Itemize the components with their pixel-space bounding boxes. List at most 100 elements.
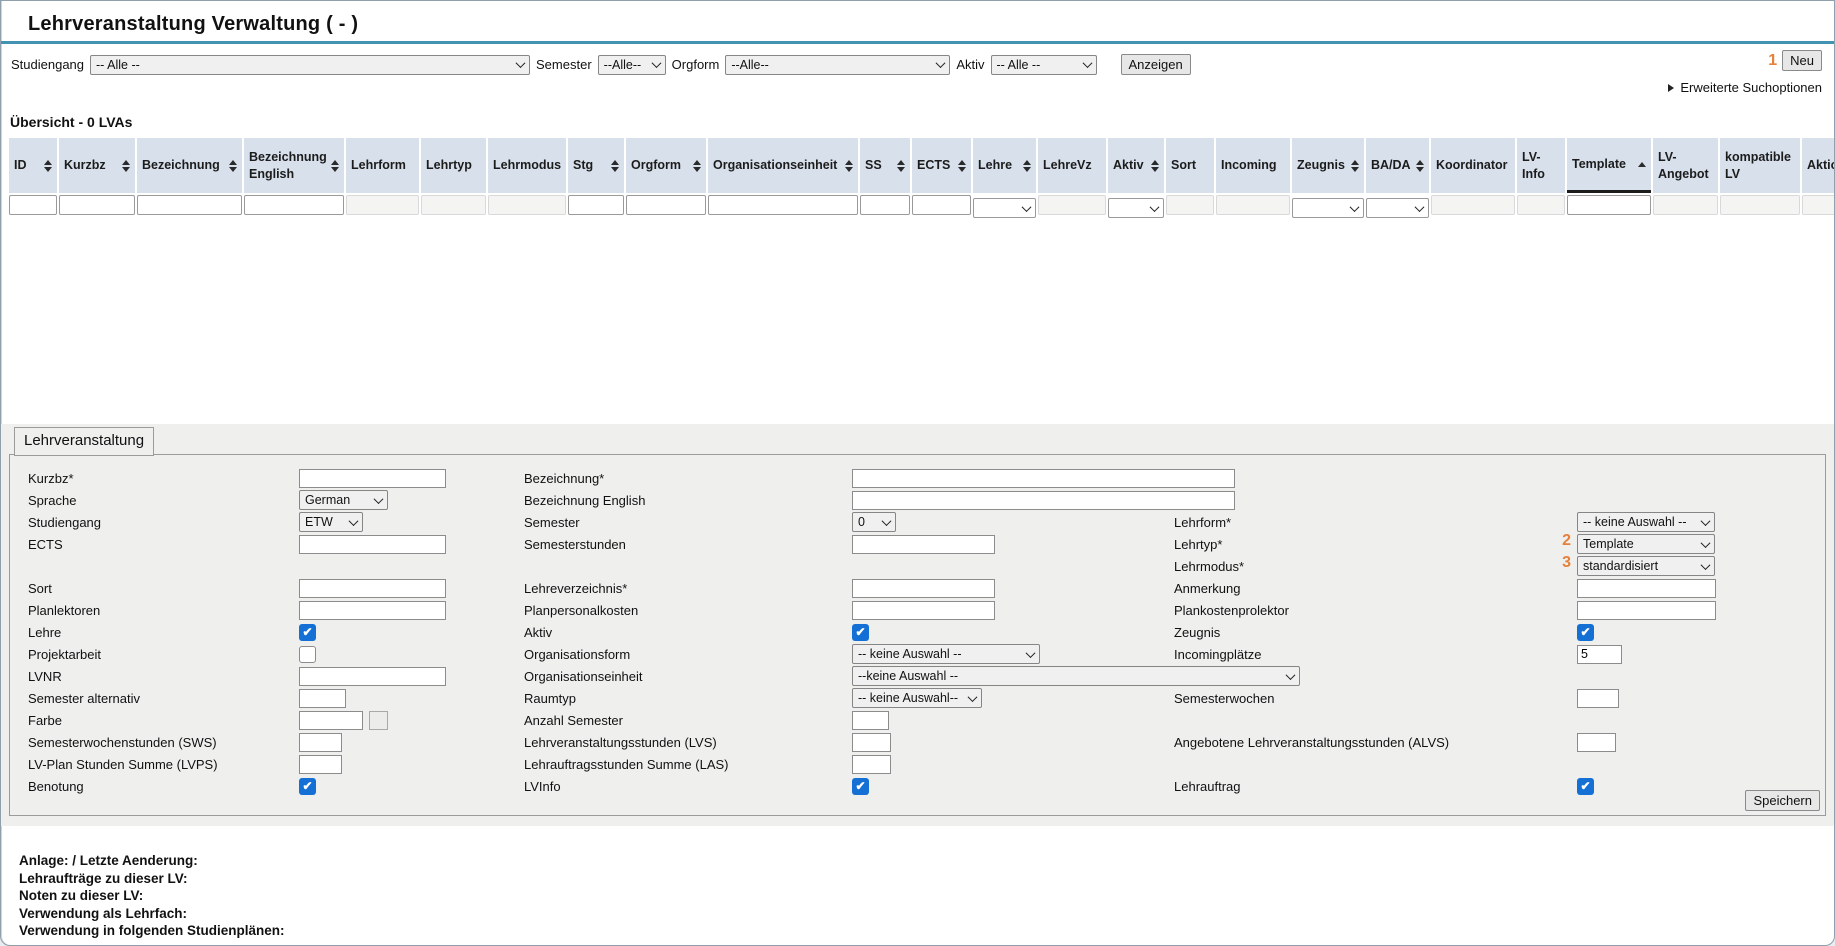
- column-label-id: ID: [14, 157, 40, 174]
- farbe-color-swatch[interactable]: [369, 711, 388, 730]
- bezeichnung-english-input[interactable]: [852, 491, 1235, 510]
- semesterstunden-input[interactable]: [852, 535, 995, 554]
- new-button[interactable]: Neu: [1782, 50, 1822, 71]
- lehrmodus-select[interactable]: standardisiert: [1577, 556, 1715, 576]
- advanced-search-link[interactable]: Erweiterte Suchoptionen: [1668, 80, 1822, 95]
- column-label-ss: SS: [865, 157, 893, 174]
- column-label-lv-angebot: LV-Angebot: [1658, 149, 1713, 183]
- sort-both-icon: [1151, 160, 1159, 172]
- column-label-lv-info: LV-Info: [1522, 149, 1560, 183]
- anmerkung-input[interactable]: [1577, 579, 1716, 598]
- studiengang-select-value: ETW: [305, 515, 333, 529]
- lehrevz-column-filter-input: [1038, 195, 1106, 215]
- semesterwochenstunden-sws-label: Semesterwochenstunden (SWS): [28, 735, 217, 750]
- lehrauftragsstunden-summe-las-input[interactable]: [852, 755, 891, 774]
- kurzbz-input[interactable]: [299, 469, 446, 488]
- form-row: LVNROrganisationseinheit--keine Auswahl …: [10, 665, 1825, 687]
- benotung-checkbox[interactable]: ✔: [299, 778, 316, 795]
- organisationsform-select[interactable]: -- keine Auswahl --: [852, 644, 1040, 664]
- kurzbz-column-filter-input[interactable]: [59, 195, 135, 215]
- column-header-orgform[interactable]: Orgform: [626, 138, 706, 193]
- ects-column-filter-input[interactable]: [912, 195, 971, 215]
- column-header-template[interactable]: Template: [1567, 138, 1651, 193]
- semester-alternativ-input[interactable]: [299, 689, 346, 708]
- semesterwochenstunden-sws-input[interactable]: [299, 733, 342, 752]
- benotung-label: Benotung: [28, 779, 84, 794]
- column-header-aktion: Aktion: [1802, 138, 1835, 193]
- zeugnis-column-filter-select[interactable]: [1292, 198, 1364, 218]
- column-header-stg[interactable]: Stg: [568, 138, 624, 193]
- lehre-checkbox[interactable]: ✔: [299, 624, 316, 641]
- anzeigen-button[interactable]: Anzeigen: [1121, 54, 1191, 75]
- stg-column-filter-input[interactable]: [568, 195, 624, 215]
- ba-da-column-filter-select[interactable]: [1366, 198, 1429, 218]
- lv-plan-stunden-summe-lvps-input[interactable]: [299, 755, 342, 774]
- lvnr-input[interactable]: [299, 667, 446, 686]
- column-label-lehrmodus: Lehrmodus: [493, 157, 561, 174]
- bezeichnung-column-filter-input[interactable]: [137, 195, 242, 215]
- triangle-down-icon: [845, 167, 853, 172]
- column-header-ss[interactable]: SS: [860, 138, 910, 193]
- incomingpl-tze-input[interactable]: [1577, 645, 1622, 664]
- studiengang-filter-select[interactable]: -- Alle --: [90, 55, 530, 75]
- column-header-bezeichnung[interactable]: Bezeichnung: [137, 138, 242, 193]
- sort-input[interactable]: [299, 579, 446, 598]
- orgform-column-filter-input[interactable]: [626, 195, 706, 215]
- column-header-lehre[interactable]: Lehre: [973, 138, 1036, 193]
- column-label-ects: ECTS: [917, 157, 954, 174]
- lehrform-select[interactable]: -- keine Auswahl --: [1577, 512, 1715, 532]
- lvinfo-checkbox[interactable]: ✔: [852, 778, 869, 795]
- orgform-filter-select[interactable]: --Alle--: [725, 55, 950, 75]
- form-row: Kurzbz*Bezeichnung*: [10, 467, 1825, 489]
- column-header-kurzbz[interactable]: Kurzbz: [59, 138, 135, 193]
- column-header-ba-da[interactable]: BA/DA: [1366, 138, 1429, 193]
- organisationseinheit-select[interactable]: --keine Auswahl --: [852, 666, 1300, 686]
- column-header-ects[interactable]: ECTS: [912, 138, 971, 193]
- planpersonalkosten-input[interactable]: [852, 601, 995, 620]
- template-column-filter-input[interactable]: [1567, 195, 1651, 215]
- sprache-select[interactable]: German: [299, 490, 388, 510]
- raumtyp-select[interactable]: -- keine Auswahl--: [852, 688, 982, 708]
- save-button[interactable]: Speichern: [1745, 790, 1820, 811]
- form-row: Lehre✔Aktiv✔Zeugnis✔: [10, 621, 1825, 643]
- column-header-id[interactable]: ID: [9, 138, 57, 193]
- column-label-lehrtyp: Lehrtyp: [426, 157, 481, 174]
- angebotene-lehrveranstaltungsstunden-alvs-input[interactable]: [1577, 733, 1616, 752]
- semesterwochen-input[interactable]: [1577, 689, 1619, 708]
- anzahl-semester-input[interactable]: [852, 711, 889, 730]
- ss-column-filter-input[interactable]: [860, 195, 910, 215]
- column-header-aktiv[interactable]: Aktiv: [1108, 138, 1164, 193]
- column-header-zeugnis[interactable]: Zeugnis: [1292, 138, 1364, 193]
- filter-cell-aktiv: [1108, 195, 1164, 218]
- aktiv-filter-select[interactable]: -- Alle --: [991, 55, 1097, 75]
- lehrauftrag-checkbox[interactable]: ✔: [1577, 778, 1594, 795]
- semester-select[interactable]: 0: [852, 512, 896, 532]
- sort-column-filter-input: [1166, 195, 1214, 215]
- organisationseinheit-column-filter-input[interactable]: [708, 195, 858, 215]
- lehrveranstaltungsstunden-lvs-input[interactable]: [852, 733, 891, 752]
- aktiv-column-filter-select[interactable]: [1108, 198, 1164, 218]
- bezeichnung-english-column-filter-input[interactable]: [244, 195, 344, 215]
- lehreverzeichnis-input[interactable]: [852, 579, 995, 598]
- planlektoren-input[interactable]: [299, 601, 446, 620]
- column-label-lehrevz: LehreVz: [1043, 157, 1101, 174]
- semesterwochen-label: Semesterwochen: [1174, 691, 1274, 706]
- studiengang-select[interactable]: ETW: [299, 512, 363, 532]
- projektarbeit-checkbox[interactable]: [299, 646, 316, 663]
- column-header-lehrtyp: Lehrtyp: [421, 138, 486, 193]
- column-header-organisationseinheit[interactable]: Organisationseinheit: [708, 138, 858, 193]
- lehrtyp-select[interactable]: Template: [1577, 534, 1715, 554]
- bezeichnung-input[interactable]: [852, 469, 1235, 488]
- check-icon: ✔: [302, 626, 312, 638]
- plankostenprolektor-input[interactable]: [1577, 601, 1716, 620]
- lehre-column-filter-select[interactable]: [973, 198, 1036, 218]
- semester-filter-select[interactable]: --Alle--: [598, 55, 666, 75]
- id-column-filter-input[interactable]: [9, 195, 57, 215]
- aktiv-checkbox[interactable]: ✔: [852, 624, 869, 641]
- farbe-input[interactable]: [299, 711, 363, 730]
- zeugnis-checkbox[interactable]: ✔: [1577, 624, 1594, 641]
- ects-input[interactable]: [299, 535, 446, 554]
- triangle-down-icon: [1351, 167, 1359, 172]
- column-header-bezeichnung-english[interactable]: Bezeichnung English: [244, 138, 344, 193]
- organisationseinheit-select-value: --keine Auswahl --: [858, 669, 958, 683]
